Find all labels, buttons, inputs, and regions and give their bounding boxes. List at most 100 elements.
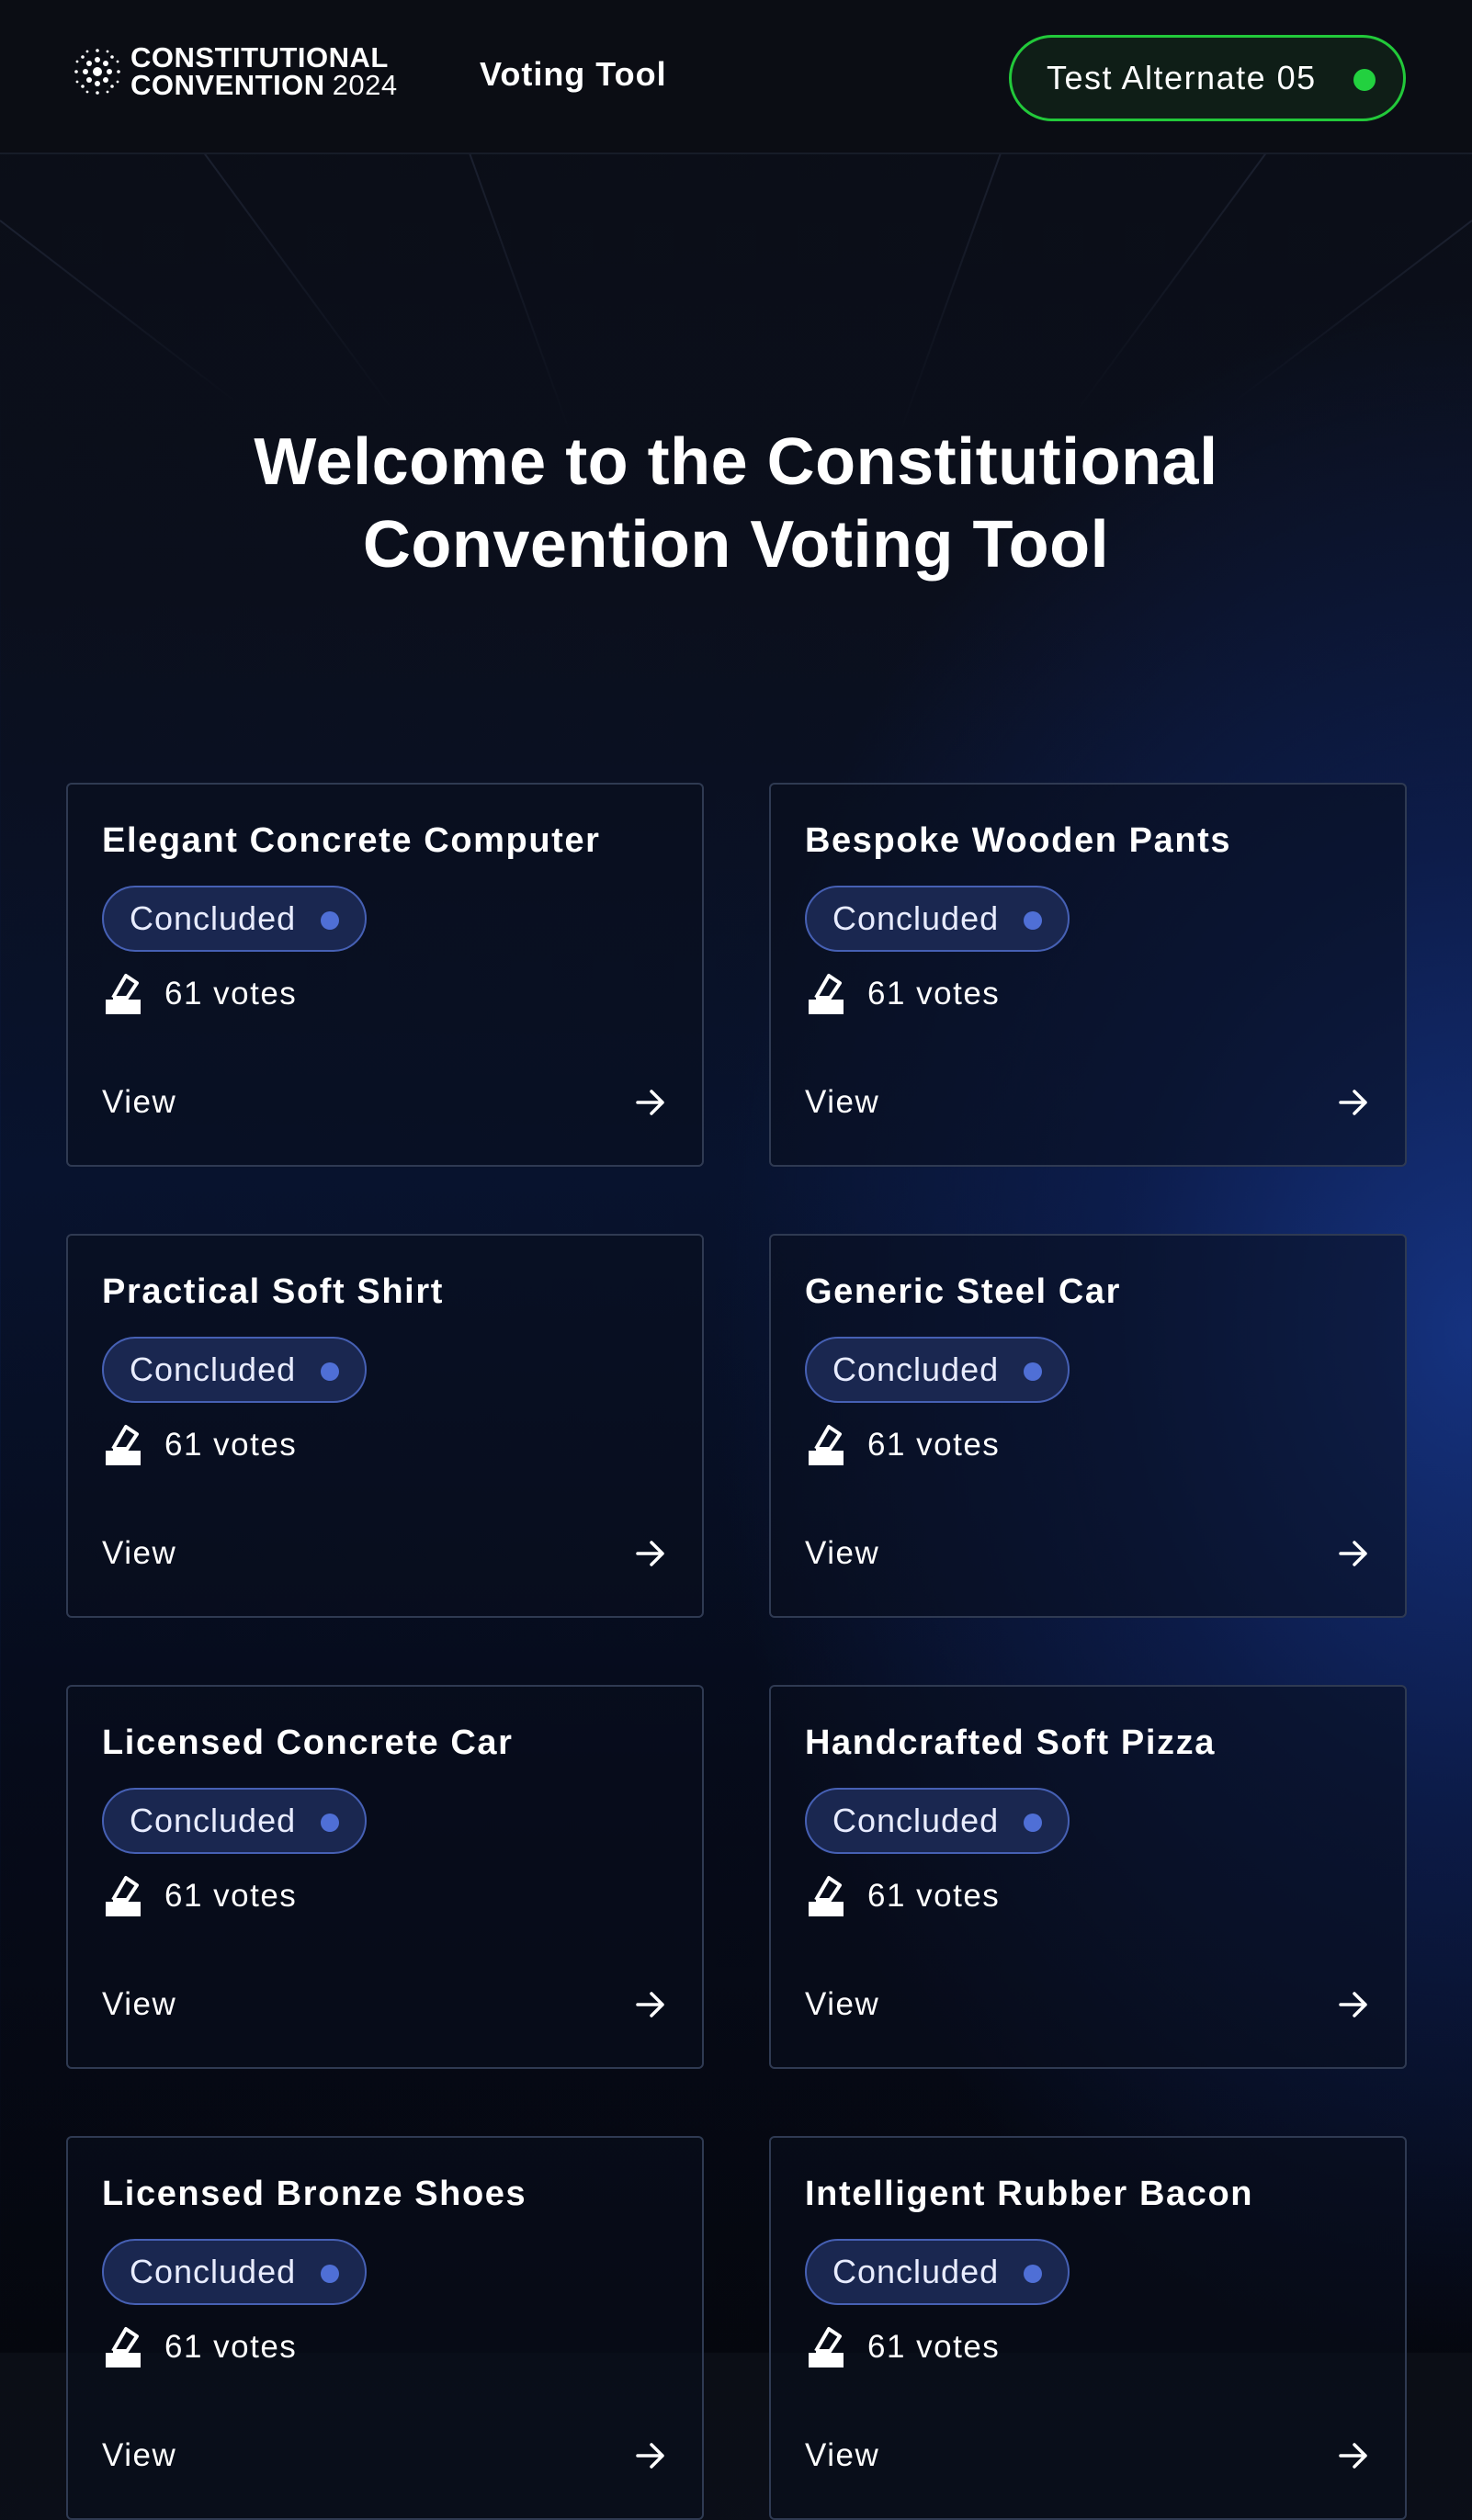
ballot-box-icon (106, 974, 141, 1014)
vote-count: 61 votes (102, 1870, 297, 1922)
proposal-title: Handcrafted Soft Pizza (805, 1723, 1216, 1762)
proposal-card: Practical Soft Shirt Concluded 61 votes … (66, 1234, 704, 1618)
view-proposal-link[interactable]: View (805, 2432, 1371, 2480)
page-title-line-1: Welcome to the Constitutional (254, 425, 1218, 499)
online-status-dot (1353, 69, 1376, 91)
ballot-box-icon (106, 1425, 141, 1465)
view-label: View (805, 2437, 880, 2473)
proposal-card: Licensed Concrete Car Concluded 61 votes… (66, 1685, 704, 2069)
vote-count: 61 votes (805, 1870, 1000, 1922)
votes-text: 61 votes (867, 1878, 1001, 1914)
status-label: Concluded (832, 2253, 1000, 2290)
arrow-right-icon (1339, 2443, 1367, 2469)
status-dot (1024, 1814, 1042, 1832)
status-badge: Concluded (102, 1788, 367, 1854)
view-label: View (102, 1986, 177, 2022)
vote-count: 61 votes (805, 968, 1000, 1020)
view-proposal-link[interactable]: View (805, 1079, 1371, 1126)
status-label: Concluded (832, 899, 1000, 937)
vote-count: 61 votes (102, 2322, 297, 2373)
status-label: Concluded (832, 1802, 1000, 1839)
votes-text: 61 votes (164, 1878, 298, 1914)
user-account-button[interactable]: Test Alternate 05 (1009, 35, 1406, 121)
user-name: Test Alternate 05 (1047, 59, 1317, 96)
votes-text: 61 votes (867, 1427, 1001, 1463)
proposal-card: Intelligent Rubber Bacon Concluded 61 vo… (769, 2136, 1407, 2520)
arrow-right-icon (636, 2443, 664, 2469)
status-badge: Concluded (102, 886, 367, 952)
status-dot (321, 911, 339, 930)
ballot-box-icon (106, 2327, 141, 2367)
status-dot (321, 1362, 339, 1381)
status-label: Concluded (130, 1350, 297, 1388)
view-proposal-link[interactable]: View (805, 1981, 1371, 2028)
logo-line-2-text: CONVENTION (130, 69, 325, 101)
view-label: View (102, 1084, 177, 1120)
view-proposal-link[interactable]: View (102, 1079, 668, 1126)
proposal-card: Licensed Bronze Shoes Concluded 61 votes… (66, 2136, 704, 2520)
logo-line-1: CONSTITUTIONAL (130, 41, 389, 73)
status-badge: Concluded (102, 1337, 367, 1403)
votes-text: 61 votes (867, 2329, 1001, 2365)
view-label: View (102, 1535, 177, 1571)
votes-text: 61 votes (164, 976, 298, 1011)
status-badge: Concluded (805, 1337, 1070, 1403)
proposal-card: Bespoke Wooden Pants Concluded 61 votes … (769, 783, 1407, 1167)
vote-count: 61 votes (102, 1419, 297, 1471)
proposal-card: Generic Steel Car Concluded 61 votes Vie… (769, 1234, 1407, 1618)
ballot-box-icon (809, 1425, 844, 1465)
status-dot (1024, 1362, 1042, 1381)
vote-count: 61 votes (805, 2322, 1000, 2373)
logo-wordmark: CONSTITUTIONAL CONVENTION 2024 (130, 41, 398, 101)
convention-logo[interactable]: CONSTITUTIONAL CONVENTION 2024 (72, 39, 398, 105)
view-proposal-link[interactable]: View (102, 2432, 668, 2480)
proposal-title: Bespoke Wooden Pants (805, 821, 1232, 860)
proposal-title: Intelligent Rubber Bacon (805, 2175, 1254, 2213)
vote-count: 61 votes (102, 968, 297, 1020)
ballot-box-icon (809, 2327, 844, 2367)
view-proposal-link[interactable]: View (102, 1981, 668, 2028)
proposal-title: Licensed Concrete Car (102, 1723, 514, 1762)
arrow-right-icon (636, 1090, 664, 1115)
view-proposal-link[interactable]: View (805, 1530, 1371, 1577)
proposal-card: Elegant Concrete Computer Concluded 61 v… (66, 783, 704, 1167)
votes-text: 61 votes (164, 1427, 298, 1463)
status-dot (1024, 911, 1042, 930)
app-title[interactable]: Voting Tool (480, 55, 667, 94)
proposal-card: Handcrafted Soft Pizza Concluded 61 vote… (769, 1685, 1407, 2069)
ballot-box-icon (809, 974, 844, 1014)
logo-year: 2024 (332, 69, 398, 101)
status-label: Concluded (130, 1802, 297, 1839)
top-navbar: CONSTITUTIONAL CONVENTION 2024 Voting Too… (0, 0, 1472, 154)
status-dot (321, 2265, 339, 2283)
proposal-title: Elegant Concrete Computer (102, 821, 601, 860)
view-proposal-link[interactable]: View (102, 1530, 668, 1577)
proposal-title: Practical Soft Shirt (102, 1272, 444, 1311)
status-badge: Concluded (805, 886, 1070, 952)
status-badge: Concluded (805, 1788, 1070, 1854)
view-label: View (805, 1084, 880, 1120)
arrow-right-icon (1339, 1992, 1367, 2017)
votes-text: 61 votes (164, 2329, 298, 2365)
logo-dots-icon (74, 49, 120, 95)
status-label: Concluded (130, 899, 297, 937)
page-title: Welcome to the Constitutional Convention… (0, 421, 1472, 586)
proposal-title: Generic Steel Car (805, 1272, 1122, 1311)
page-title-line-2: Convention Voting Tool (362, 508, 1110, 582)
vote-count: 61 votes (805, 1419, 1000, 1471)
ballot-box-icon (809, 1876, 844, 1916)
votes-text: 61 votes (867, 976, 1001, 1011)
ballot-box-icon (106, 1876, 141, 1916)
status-dot (321, 1814, 339, 1832)
status-badge: Concluded (102, 2239, 367, 2305)
status-dot (1024, 2265, 1042, 2283)
arrow-right-icon (636, 1541, 664, 1566)
status-label: Concluded (130, 2253, 297, 2290)
arrow-right-icon (636, 1992, 664, 2017)
arrow-right-icon (1339, 1090, 1367, 1115)
status-badge: Concluded (805, 2239, 1070, 2305)
view-label: View (805, 1986, 880, 2022)
view-label: View (102, 2437, 177, 2473)
arrow-right-icon (1339, 1541, 1367, 1566)
status-label: Concluded (832, 1350, 1000, 1388)
